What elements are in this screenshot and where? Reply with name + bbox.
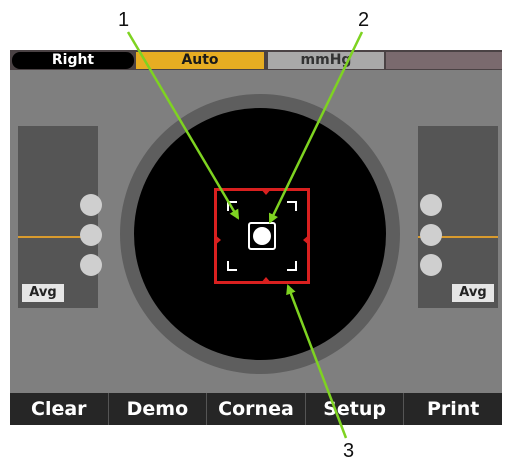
device-screen: Right Auto mmHg Avg Avg Clear Demo Corne… [10, 50, 502, 425]
indicator-dot [80, 254, 102, 276]
notch-right [303, 234, 310, 246]
unit-indicator[interactable]: mmHg [268, 52, 384, 69]
reticle-light-spot [253, 227, 271, 245]
corner-bracket [227, 261, 237, 271]
indicator-dot [80, 194, 102, 216]
callout-number-2: 2 [358, 9, 370, 31]
callout-number-3: 3 [343, 440, 355, 461]
eye-indicator[interactable]: Right [12, 52, 134, 69]
right-alignment-panel: Avg [418, 126, 498, 308]
avg-label: Avg [452, 284, 494, 302]
notch-left [214, 234, 221, 246]
notch-top [260, 188, 272, 195]
callout-number-1: 1 [118, 9, 130, 31]
corner-bracket [227, 201, 237, 211]
clear-button[interactable]: Clear [10, 393, 108, 425]
setup-button[interactable]: Setup [304, 393, 404, 425]
notch-bottom [260, 277, 272, 284]
cornea-button[interactable]: Cornea [206, 393, 305, 425]
softkey-bar: Clear Demo Cornea Setup Print [10, 393, 502, 425]
corner-bracket [287, 261, 297, 271]
indicator-dot [420, 224, 442, 246]
left-alignment-panel: Avg [18, 126, 102, 308]
status-bar: Right Auto mmHg [10, 50, 502, 70]
mode-indicator[interactable]: Auto [136, 52, 264, 69]
status-blank-field [386, 52, 502, 69]
indicator-dot [420, 194, 442, 216]
indicator-dot [420, 254, 442, 276]
avg-label: Avg [22, 284, 64, 302]
corner-bracket [287, 201, 297, 211]
indicator-dot [80, 224, 102, 246]
print-button[interactable]: Print [403, 393, 502, 425]
demo-button[interactable]: Demo [107, 393, 207, 425]
